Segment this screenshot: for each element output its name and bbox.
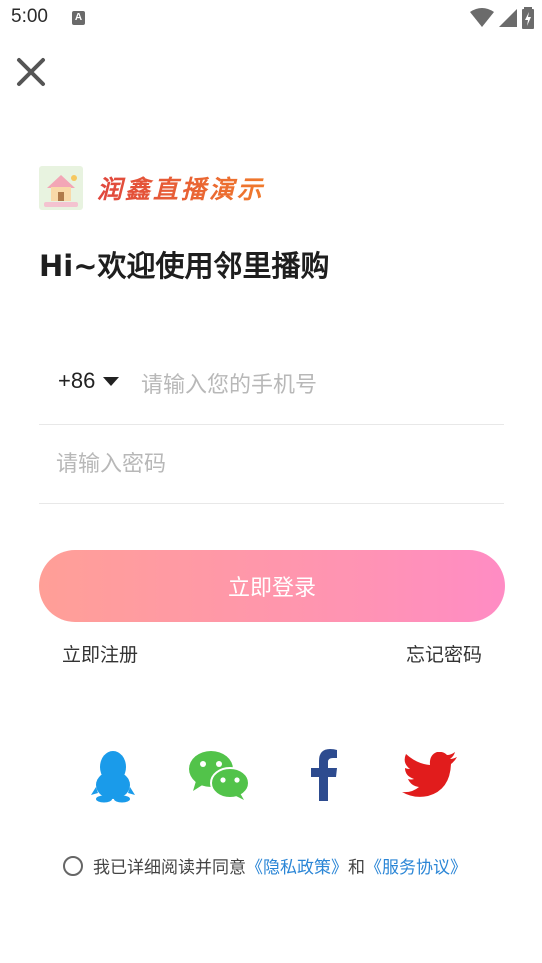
close-button[interactable]	[14, 55, 48, 89]
caret-down-icon	[103, 376, 120, 386]
twitter-login-button[interactable]	[395, 745, 465, 805]
qq-icon	[91, 751, 135, 803]
phone-row: +86	[39, 346, 504, 425]
phone-input[interactable]	[139, 364, 493, 406]
status-icons	[470, 7, 534, 29]
country-code-value: +86	[58, 368, 96, 393]
facebook-icon	[311, 749, 337, 801]
welcome-title: Hi~欢迎使用邻里播购	[39, 249, 330, 283]
app-logo-icon	[39, 166, 83, 210]
twitter-icon	[402, 752, 457, 797]
password-input[interactable]	[54, 443, 478, 485]
brand: 润鑫直播演示	[39, 166, 265, 210]
agreement-row: 我已详细阅读并同意 《隐私政策》 和 《服务协议》	[63, 853, 467, 878]
wechat-icon	[189, 751, 250, 800]
wechat-login-button[interactable]	[184, 745, 254, 805]
qq-login-button[interactable]	[78, 745, 148, 805]
wifi-icon	[470, 8, 494, 27]
battery-icon	[522, 7, 534, 29]
status-bar: 5:00 A	[0, 0, 542, 36]
country-code-select[interactable]: +86	[58, 368, 120, 394]
notification-a-icon: A	[72, 11, 85, 25]
password-row	[39, 425, 504, 504]
signal-icon	[499, 9, 517, 27]
agreement-text: 我已详细阅读并同意	[93, 858, 246, 878]
login-button[interactable]: 立即登录	[39, 550, 505, 622]
close-icon	[17, 58, 45, 86]
privacy-policy-link[interactable]: 《隐私政策》	[246, 853, 348, 878]
agreement-and: 和	[348, 858, 365, 878]
register-link[interactable]: 立即注册	[62, 640, 138, 667]
agreement-radio[interactable]	[63, 855, 83, 876]
forgot-password-link[interactable]: 忘记密码	[406, 640, 482, 667]
brand-name: 润鑫直播演示	[97, 170, 265, 206]
service-agreement-link[interactable]: 《服务协议》	[365, 853, 467, 878]
status-time: 5:00	[11, 6, 48, 27]
facebook-login-button[interactable]	[289, 745, 359, 805]
